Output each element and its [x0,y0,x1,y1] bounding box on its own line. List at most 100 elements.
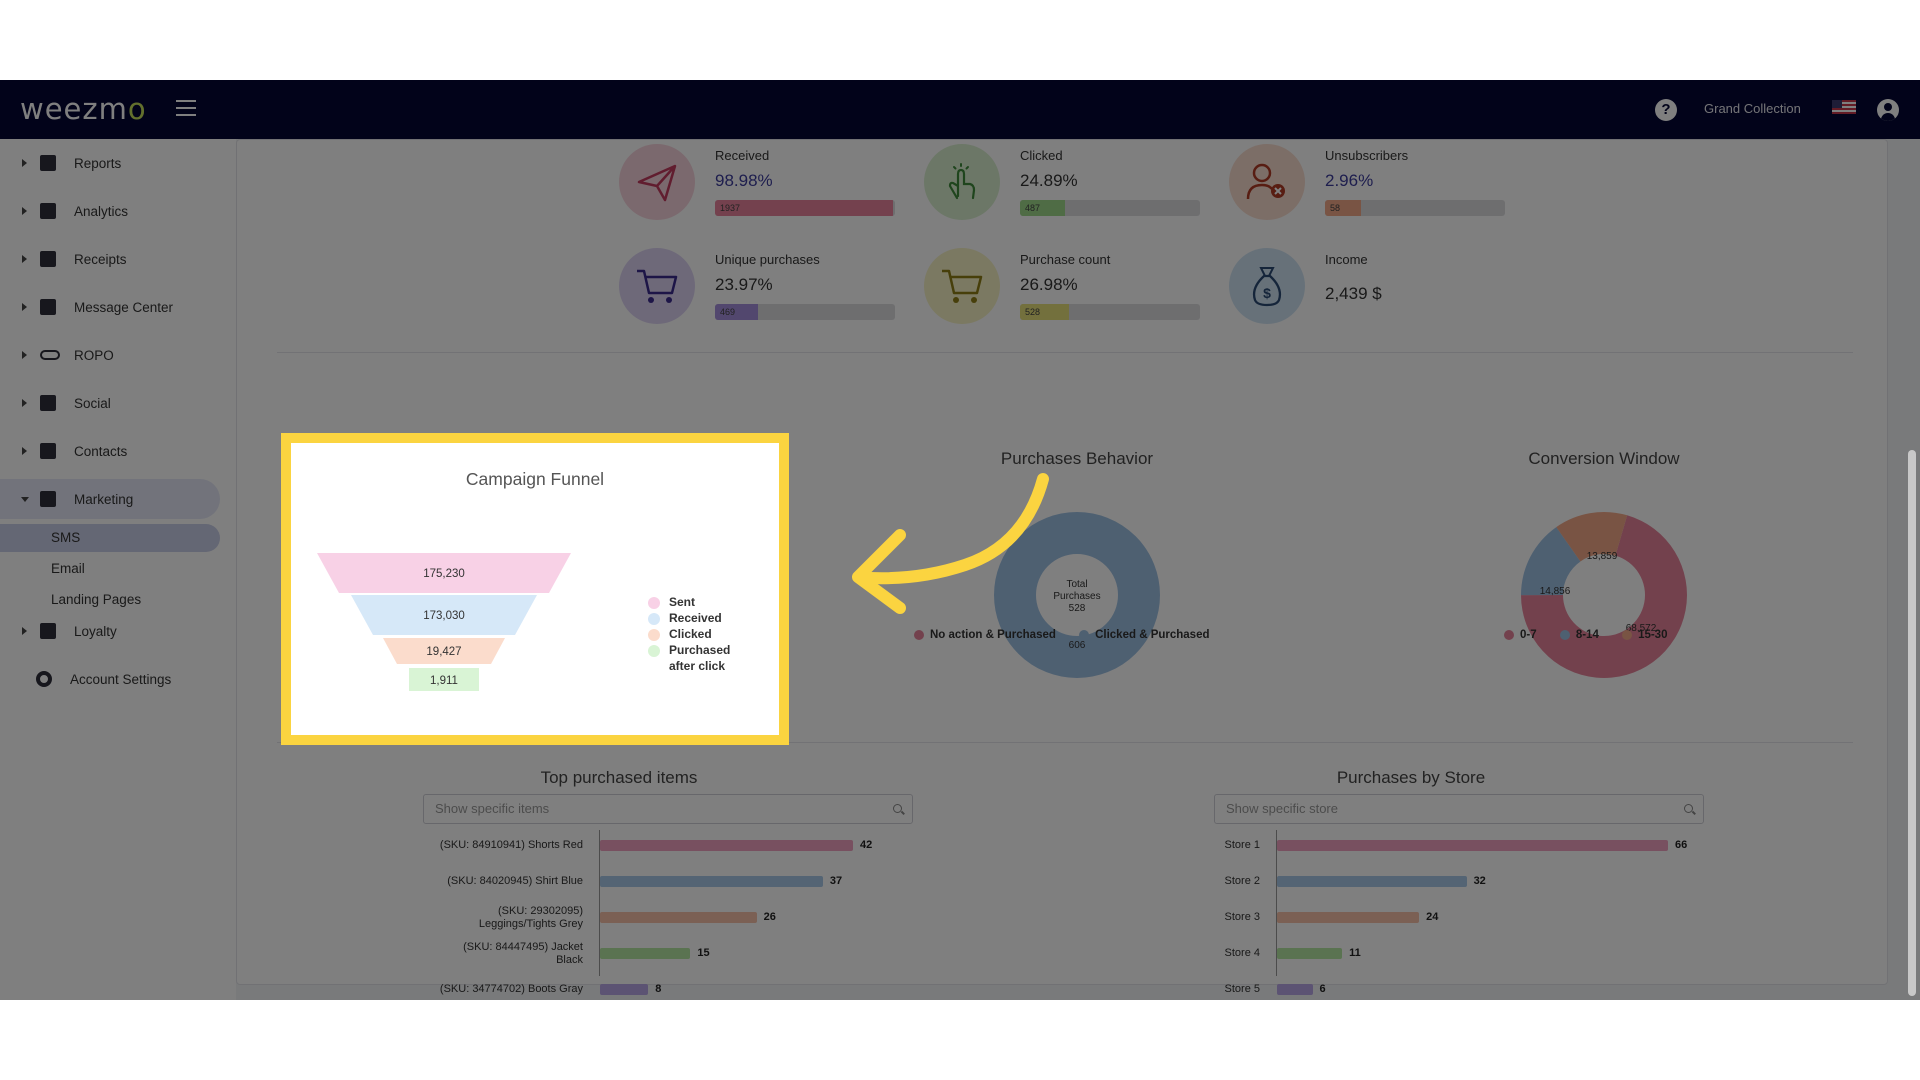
legend-label[interactable]: No action & Purchased [930,629,1056,641]
user-account-icon[interactable] [1877,99,1899,121]
sidebar-item-ropo[interactable]: ROPO [0,335,220,375]
cart-icon [619,248,695,324]
us-flag-icon[interactable] [1832,100,1856,114]
legend-dot [1622,629,1633,640]
metric-progress-bar: 58 [1325,200,1505,216]
money-bag-icon: $ [1229,248,1305,324]
metric-label: Unsubscribers [1325,148,1409,163]
bar-value-label: 32 [1473,875,1486,887]
sidebar-item-social[interactable]: Social [0,383,220,423]
legend-dot [1504,629,1514,640]
metric-value: 24.89% [1020,171,1078,190]
metric-value: 23.97% [715,275,773,294]
metric-unsubscribers: Unsubscribers 2.96% 58 [1229,144,1529,234]
people-icon [40,395,56,411]
hamburger-menu-icon[interactable] [176,100,196,116]
metric-unique-purchases: Unique purchases 23.97% 469 [619,248,919,338]
help-icon[interactable]: ? [1655,99,1677,121]
legend-label[interactable]: 0-7 [1520,629,1537,641]
bar-category-label: (SKU: 29302095) Leggings/Tights Grey [478,905,583,930]
bar-value-label: 66 [1675,839,1688,851]
bar-category-label: (SKU: 84910941) Shorts Red [439,839,583,851]
bar-value-label: 15 [697,947,710,959]
sidebar-item-account-settings[interactable]: Account Settings [0,659,220,699]
store-search-input[interactable]: Show specific store [1214,794,1704,824]
bar[interactable] [600,840,853,851]
metric-income: $ Income 2,439 $ [1229,248,1529,338]
legend-label[interactable]: 15-30 [1638,629,1667,641]
bar-category-label: Store 2 [1224,875,1260,887]
bar-category-label: Store 5 [1224,983,1260,995]
campaign-funnel-chart: 175,230 173,030 19,427 1,911 [317,553,571,691]
logo-o: o [127,92,147,126]
bar[interactable] [600,948,691,959]
legend-item-received[interactable]: Received [648,610,730,626]
bar-value-label: 24 [1426,911,1439,923]
bar[interactable] [600,984,649,995]
weezmo-logo[interactable]: weezmo [20,92,147,126]
bar-category-label: (SKU: 84447495) Jacket Black [463,941,583,966]
conversion-window-title: Conversion Window [1528,449,1680,468]
campaign-funnel-title: Campaign Funnel [465,469,605,489]
sidebar-item-reports[interactable]: Reports [0,143,220,183]
legend-label[interactable]: 8-14 [1576,629,1599,641]
legend-label: after click [669,659,726,673]
sidebar-item-message-center[interactable]: Message Center [0,287,220,327]
metric-value: 98.98% [715,171,773,190]
app-window: weezmo ? Grand Collection Reports Analyt… [0,80,1920,1000]
sidebar-item-contacts[interactable]: Contacts [0,431,220,471]
sidebar-subitem-email[interactable]: Email [0,555,220,583]
contacts-icon [40,443,56,459]
bar-category-label: Store 4 [1224,947,1260,959]
sidebar-item-label: ROPO [74,347,114,363]
paper-plane-icon [619,144,695,220]
metric-bar-fill: 1937 [715,200,894,216]
bar-value-label: 42 [860,839,873,851]
metric-label: Income [1325,252,1368,267]
scrollbar-thumb[interactable] [1908,450,1916,996]
store-name[interactable]: Grand Collection [1704,101,1801,116]
sidebar-item-label: Account Settings [70,671,172,687]
metric-received: Received 98.98% 1937 [619,144,919,234]
legend-dot [914,629,924,640]
sidebar-subitem-sms[interactable]: SMS [0,524,220,552]
stores-title: Purchases by Store [1336,768,1486,787]
donut-slice-label: 606 [1069,640,1086,651]
legend-item-sent[interactable]: Sent [648,594,730,610]
analytics-icon [40,203,56,219]
metric-progress-bar: 1937 [715,200,895,216]
metric-progress-bar: 487 [1020,200,1200,216]
bar[interactable] [1277,840,1668,851]
metric-progress-bar: 469 [715,304,895,320]
metric-bar-fill: 469 [715,304,759,320]
sidebar-item-analytics[interactable]: Analytics [0,191,220,231]
purchases-behavior-legend: No action & Purchased Clicked & Purchase… [914,629,1210,641]
legend-item-clicked[interactable]: Clicked [648,626,730,642]
bar[interactable] [1277,876,1467,887]
legend-label[interactable]: Clicked & Purchased [1095,629,1209,641]
search-icon[interactable] [1684,804,1693,813]
sidebar-item-marketing[interactable]: Marketing [0,479,220,519]
metric-clicked: Clicked 24.89% 487 [924,144,1224,234]
sidebar-item-label: Receipts [74,251,127,267]
yellow-arrow-icon [852,473,1049,614]
sidebar-item-loyalty[interactable]: Loyalty [0,611,220,651]
metric-purchase-count: Purchase count 26.98% 528 [924,248,1224,338]
sidebar-subitem-landing-pages[interactable]: Landing Pages [0,586,220,614]
legend-label: Received [669,611,722,625]
bar[interactable] [1277,948,1343,959]
tag-icon [40,623,56,639]
items-search-input[interactable]: Show specific items [423,794,913,824]
conversion-window-legend: 0-7 8-14 15-30 [1504,629,1667,641]
metric-label: Purchase count [1020,252,1111,267]
bar[interactable] [600,912,757,923]
sidebar-item-receipts[interactable]: Receipts [0,239,220,279]
legend-item-purchased[interactable]: Purchased [648,642,730,658]
sidebar-item-label: Loyalty [74,623,117,639]
bar[interactable] [1277,912,1420,923]
bar[interactable] [600,876,823,887]
gear-icon [36,671,52,687]
legend-label: Sent [669,595,696,609]
bar[interactable] [1277,984,1313,995]
search-icon[interactable] [893,804,902,813]
